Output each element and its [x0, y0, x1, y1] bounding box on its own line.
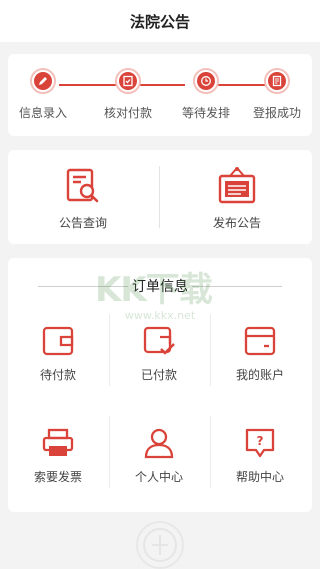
grid-label: 帮助中心	[235, 470, 284, 484]
grid-label: 已付款	[140, 368, 177, 382]
page-title: 法院公告	[129, 12, 190, 31]
divider	[159, 166, 160, 228]
progress-steps: 信息录入 核对付款 等待发排 登报成功	[8, 54, 312, 136]
checklist-icon	[119, 72, 137, 90]
my-account-button[interactable]: 我的账户	[210, 324, 310, 383]
publish-announcement-label: 发布公告	[212, 216, 261, 230]
document-check-icon	[268, 72, 286, 90]
help-center-button[interactable]: ? 帮助中心	[210, 426, 310, 485]
publish-announcement-button[interactable]: 发布公告	[162, 166, 312, 231]
step-label: 信息录入	[18, 106, 67, 120]
step-label: 等待发排	[181, 106, 230, 120]
help-icon: ?	[243, 426, 277, 460]
announcement-query-label: 公告查询	[58, 216, 107, 230]
wallet-icon	[41, 324, 75, 358]
announcement-query-button[interactable]: 公告查询	[8, 166, 158, 231]
clock-icon	[197, 72, 215, 90]
paid-button[interactable]: 已付款	[109, 324, 209, 383]
pen-icon	[34, 72, 52, 90]
step-wait-publish[interactable]: 等待发排	[171, 68, 241, 121]
signboard-icon	[217, 166, 257, 206]
step-label: 核对付款	[103, 106, 152, 120]
grid-label: 个人中心	[134, 470, 183, 484]
top-bar: 法院公告	[0, 0, 320, 42]
step-label: 登报成功	[252, 106, 301, 120]
wallet-check-icon	[142, 324, 176, 358]
section-title: 订单信息	[128, 276, 192, 296]
step-success[interactable]: 登报成功	[242, 68, 312, 121]
personal-center-button[interactable]: 个人中心	[109, 426, 209, 485]
step-info-entry[interactable]: 信息录入	[8, 68, 78, 121]
court-emblem-icon	[136, 521, 184, 569]
order-info-panel: 订单信息 待付款 已付款 我的账户 索要发票 个人中心 ? 帮助中心	[8, 258, 312, 512]
person-icon	[142, 426, 176, 460]
search-document-icon	[63, 166, 103, 206]
pending-payment-button[interactable]: 待付款	[8, 324, 108, 383]
svg-text:?: ?	[257, 434, 264, 448]
request-invoice-button[interactable]: 索要发票	[8, 426, 108, 485]
step-verify-pay[interactable]: 核对付款	[93, 68, 163, 121]
printer-icon	[41, 426, 75, 460]
grid-label: 待付款	[39, 368, 76, 382]
grid-label: 我的账户	[235, 368, 284, 382]
announce-panel: 公告查询 发布公告	[8, 150, 312, 244]
card-icon	[243, 324, 277, 358]
grid-label: 索要发票	[33, 470, 82, 484]
